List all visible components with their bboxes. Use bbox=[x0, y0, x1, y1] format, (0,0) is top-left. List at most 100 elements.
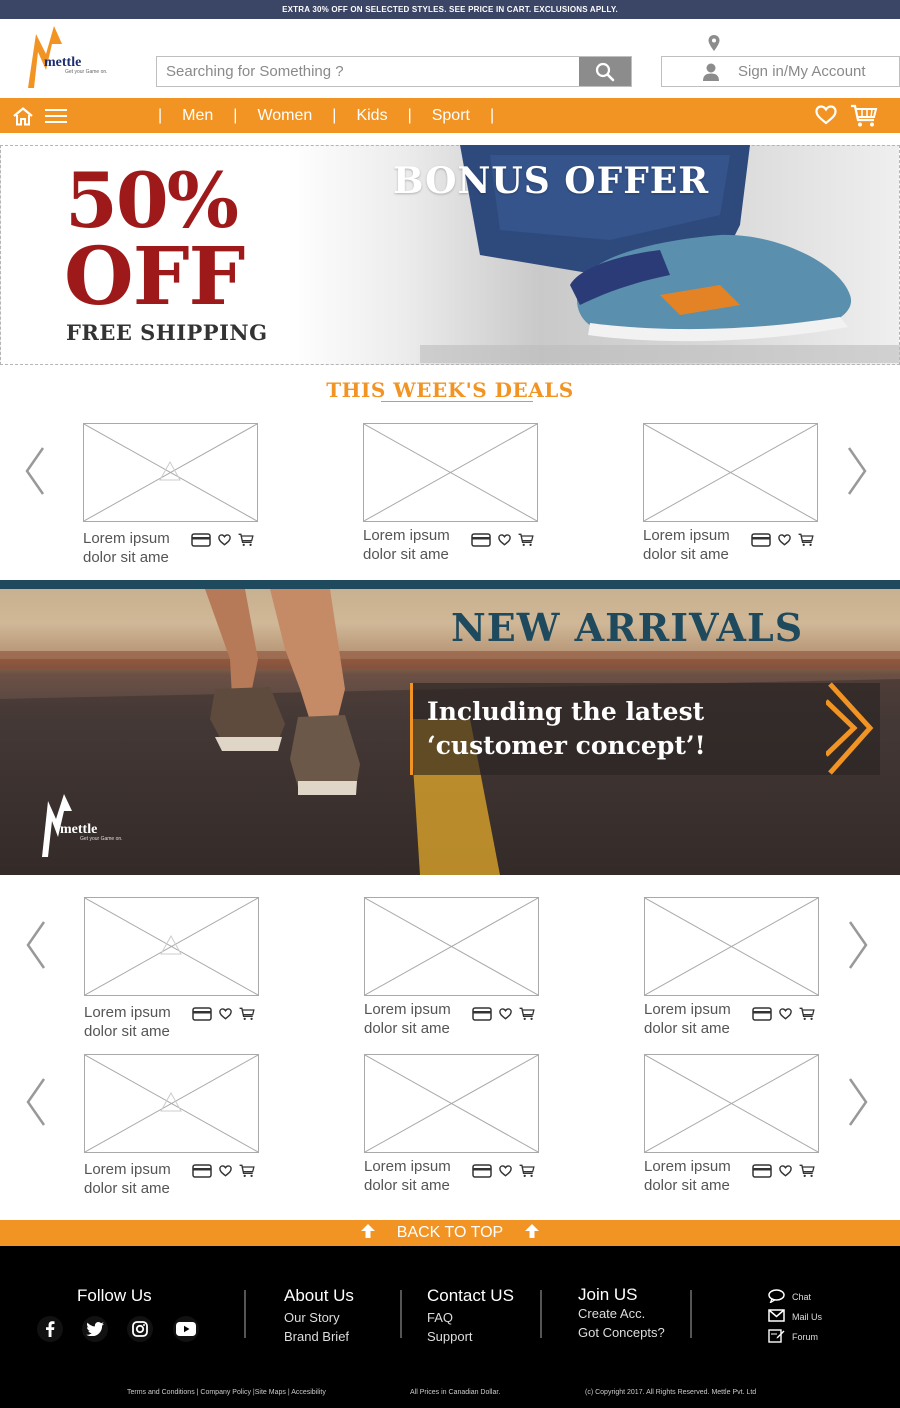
product-card[interactable]: Lorem ipsum dolor sit ame bbox=[364, 1054, 539, 1204]
nav-separator: | bbox=[407, 106, 412, 124]
twitter-icon[interactable] bbox=[82, 1316, 108, 1342]
chat-link[interactable]: Chat bbox=[768, 1289, 811, 1305]
product-card[interactable]: Lorem ipsum dolor sit ame bbox=[644, 1054, 819, 1204]
product-name[interactable]: Lorem ipsum dolor sit ame bbox=[364, 1157, 474, 1195]
sign-in-button[interactable]: Sign in/My Account bbox=[661, 56, 900, 87]
back-to-top-button[interactable]: BACK TO TOP bbox=[0, 1220, 900, 1246]
instagram-icon[interactable] bbox=[127, 1316, 153, 1342]
create-account-link[interactable]: Create Acc. bbox=[578, 1306, 665, 1321]
cart-icon[interactable] bbox=[798, 533, 814, 547]
card-icon[interactable] bbox=[192, 1007, 212, 1021]
product-name[interactable]: Lorem ipsum dolor sit ame bbox=[643, 526, 753, 564]
cart-icon[interactable] bbox=[799, 1007, 815, 1021]
heart-icon[interactable] bbox=[778, 534, 791, 546]
arrivals-chevron-right-icon[interactable] bbox=[824, 681, 876, 781]
heart-icon[interactable] bbox=[779, 1165, 792, 1177]
hero-off-text: OFF bbox=[64, 229, 245, 323]
forum-link[interactable]: Forum bbox=[768, 1328, 818, 1345]
product-card[interactable]: Lorem ipsum dolor sit ame bbox=[84, 897, 259, 1047]
faq-link[interactable]: FAQ bbox=[427, 1310, 514, 1325]
arrivals-row2-arrow-right-icon[interactable] bbox=[847, 1077, 869, 1127]
mail-link[interactable]: Mail Us bbox=[768, 1309, 822, 1324]
nav-item-women[interactable]: Women bbox=[245, 107, 324, 125]
forum-label: Forum bbox=[792, 1331, 819, 1342]
mail-label: Mail Us bbox=[792, 1311, 823, 1322]
heart-icon[interactable] bbox=[219, 1008, 232, 1020]
product-image-placeholder[interactable] bbox=[364, 1054, 539, 1153]
category-menu: | Men | Women | Kids | Sport | bbox=[150, 98, 502, 133]
chat-icon bbox=[768, 1289, 785, 1305]
heart-icon[interactable] bbox=[219, 1165, 232, 1177]
arrivals-row1-arrow-left-icon[interactable] bbox=[25, 920, 47, 970]
heart-icon[interactable] bbox=[779, 1008, 792, 1020]
cart-icon[interactable] bbox=[519, 1007, 535, 1021]
menu-icon[interactable] bbox=[45, 109, 67, 128]
card-icon[interactable] bbox=[471, 533, 491, 547]
card-icon[interactable] bbox=[752, 1007, 772, 1021]
product-image-placeholder[interactable] bbox=[83, 423, 258, 522]
cart-icon[interactable] bbox=[799, 1164, 815, 1178]
product-image-placeholder[interactable] bbox=[643, 423, 818, 522]
product-card[interactable]: Lorem ipsum dolor sit ame bbox=[364, 897, 539, 1047]
card-icon[interactable] bbox=[751, 533, 771, 547]
location-pin-icon[interactable] bbox=[707, 34, 721, 57]
card-icon[interactable] bbox=[472, 1007, 492, 1021]
product-card[interactable]: Lorem ipsum dolor sit ame bbox=[643, 423, 818, 573]
facebook-icon[interactable] bbox=[37, 1316, 63, 1342]
cart-icon[interactable] bbox=[519, 1164, 535, 1178]
product-image-placeholder[interactable] bbox=[644, 897, 819, 996]
product-image-placeholder[interactable] bbox=[644, 1054, 819, 1153]
card-icon[interactable] bbox=[192, 1164, 212, 1178]
cart-icon[interactable] bbox=[850, 104, 878, 133]
got-concepts-link[interactable]: Got Concepts? bbox=[578, 1325, 665, 1340]
product-name[interactable]: Lorem ipsum dolor sit ame bbox=[644, 1000, 754, 1038]
card-icon[interactable] bbox=[472, 1164, 492, 1178]
product-image-placeholder[interactable] bbox=[363, 423, 538, 522]
footer-divider bbox=[400, 1290, 402, 1338]
card-icon[interactable] bbox=[752, 1164, 772, 1178]
cart-icon[interactable] bbox=[239, 1164, 255, 1178]
product-image-placeholder[interactable] bbox=[84, 897, 259, 996]
product-name[interactable]: Lorem ipsum dolor sit ame bbox=[363, 526, 473, 564]
arrivals-row1-arrow-right-icon[interactable] bbox=[847, 920, 869, 970]
product-card[interactable]: Lorem ipsum dolor sit ame bbox=[84, 1054, 259, 1204]
nav-item-sport[interactable]: Sport bbox=[420, 107, 482, 125]
product-name[interactable]: Lorem ipsum dolor sit ame bbox=[83, 529, 193, 567]
heart-icon[interactable] bbox=[499, 1008, 512, 1020]
product-card[interactable]: Lorem ipsum dolor sit ame bbox=[644, 897, 819, 1047]
wishlist-heart-icon[interactable] bbox=[815, 105, 837, 130]
footer-divider bbox=[244, 1290, 246, 1338]
our-story-link[interactable]: Our Story bbox=[284, 1310, 354, 1325]
arrivals-logo-tagline: Get your Game on. bbox=[80, 836, 123, 842]
heart-icon[interactable] bbox=[498, 534, 511, 546]
product-name[interactable]: Lorem ipsum dolor sit ame bbox=[364, 1000, 474, 1038]
product-name[interactable]: Lorem ipsum dolor sit ame bbox=[84, 1003, 194, 1041]
heart-icon[interactable] bbox=[499, 1165, 512, 1177]
home-icon[interactable] bbox=[12, 107, 34, 131]
product-card[interactable]: Lorem ipsum dolor sit ame bbox=[83, 423, 258, 573]
product-image-placeholder[interactable] bbox=[364, 897, 539, 996]
cart-icon[interactable] bbox=[238, 533, 254, 547]
product-card[interactable]: Lorem ipsum dolor sit ame bbox=[363, 423, 538, 573]
follow-us-heading: Follow Us bbox=[77, 1286, 152, 1305]
product-name[interactable]: Lorem ipsum dolor sit ame bbox=[644, 1157, 754, 1195]
nav-item-men[interactable]: Men bbox=[170, 107, 225, 125]
support-link[interactable]: Support bbox=[427, 1329, 514, 1344]
arrow-up-icon bbox=[360, 1223, 375, 1243]
nav-item-kids[interactable]: Kids bbox=[344, 107, 399, 125]
legal-links[interactable]: Terms and Conditions | Company Policy |S… bbox=[127, 1389, 326, 1396]
product-image-placeholder[interactable] bbox=[84, 1054, 259, 1153]
deals-arrow-left-icon[interactable] bbox=[24, 446, 46, 496]
search-input[interactable] bbox=[157, 57, 580, 86]
search-button[interactable] bbox=[579, 57, 631, 86]
deals-arrow-right-icon[interactable] bbox=[846, 446, 868, 496]
nav-separator: | bbox=[158, 106, 163, 124]
heart-icon[interactable] bbox=[218, 534, 231, 546]
product-name[interactable]: Lorem ipsum dolor sit ame bbox=[84, 1160, 194, 1198]
cart-icon[interactable] bbox=[518, 533, 534, 547]
brand-brief-link[interactable]: Brand Brief bbox=[284, 1329, 354, 1344]
youtube-icon[interactable] bbox=[173, 1316, 199, 1342]
arrivals-row2-arrow-left-icon[interactable] bbox=[25, 1077, 47, 1127]
card-icon[interactable] bbox=[191, 533, 211, 547]
cart-icon[interactable] bbox=[239, 1007, 255, 1021]
